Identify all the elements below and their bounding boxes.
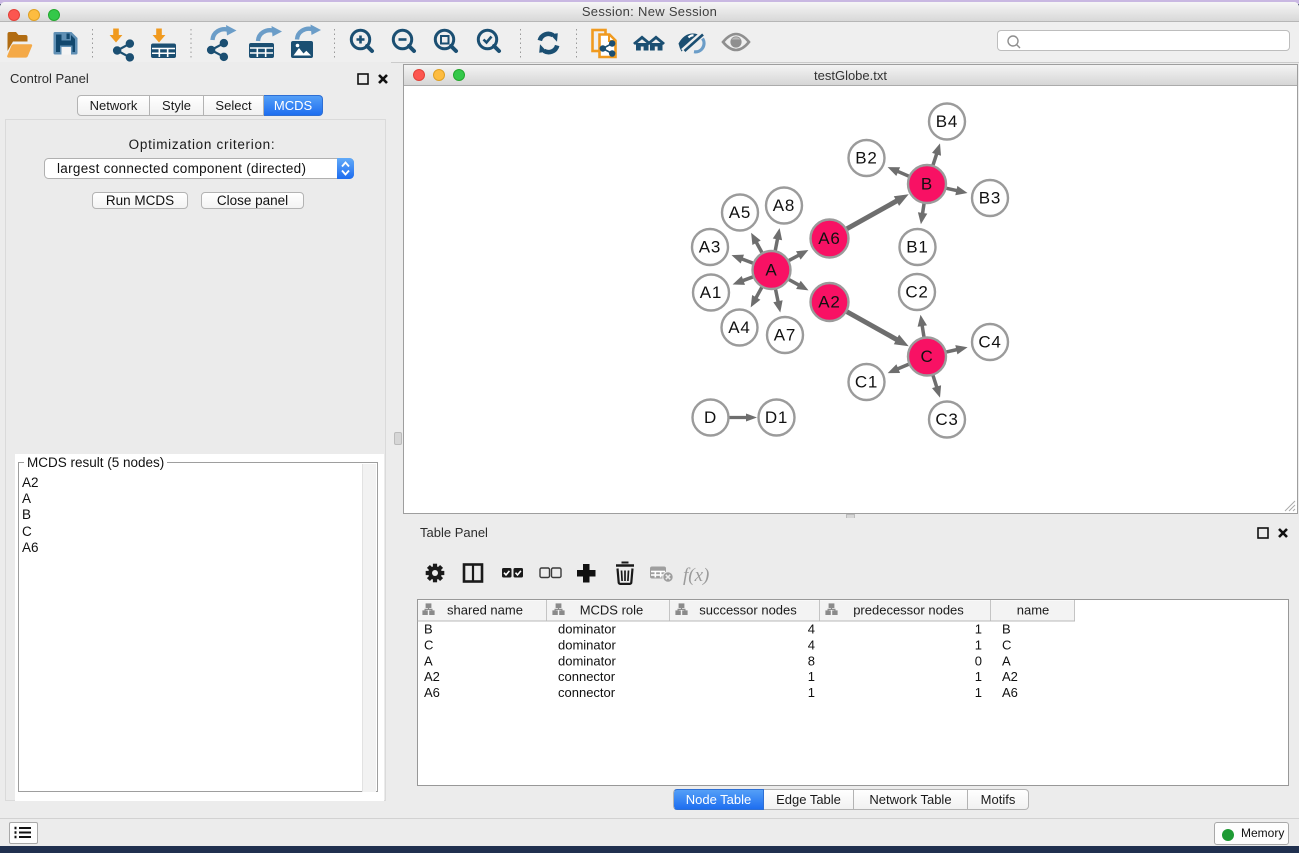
svg-text:connector: connector — [558, 685, 616, 700]
svg-text:C3: C3 — [935, 410, 958, 429]
svg-text:A: A — [765, 261, 777, 280]
svg-text:1: 1 — [975, 637, 982, 652]
svg-text:A: A — [1002, 653, 1011, 668]
svg-text:A6: A6 — [1002, 685, 1018, 700]
svg-text:4: 4 — [808, 637, 815, 652]
svg-text:1: 1 — [975, 622, 982, 637]
svg-text:dominator: dominator — [558, 637, 616, 652]
svg-text:connector: connector — [558, 669, 616, 684]
svg-text:C: C — [920, 347, 933, 366]
svg-text:4: 4 — [808, 622, 815, 637]
svg-text:A6: A6 — [424, 685, 440, 700]
svg-text:dominator: dominator — [558, 622, 616, 637]
svg-text:D1: D1 — [765, 408, 788, 427]
svg-text:A7: A7 — [774, 326, 796, 345]
svg-text:A4: A4 — [728, 318, 750, 337]
svg-text:A5: A5 — [729, 203, 751, 222]
svg-text:1: 1 — [975, 669, 982, 684]
svg-text:8: 8 — [808, 653, 815, 668]
svg-text:B: B — [424, 622, 433, 637]
svg-text:1: 1 — [975, 685, 982, 700]
svg-text:D: D — [704, 408, 717, 427]
svg-text:A2: A2 — [818, 293, 840, 312]
svg-text:A: A — [424, 653, 433, 668]
svg-text:B: B — [1002, 622, 1011, 637]
svg-text:1: 1 — [808, 669, 815, 684]
svg-text:A3: A3 — [699, 238, 721, 257]
svg-text:A8: A8 — [773, 196, 795, 215]
svg-text:C4: C4 — [978, 333, 1001, 352]
svg-text:dominator: dominator — [558, 653, 616, 668]
svg-text:A1: A1 — [700, 283, 722, 302]
svg-text:A2: A2 — [424, 669, 440, 684]
svg-text:C: C — [1002, 637, 1011, 652]
svg-text:0: 0 — [975, 653, 982, 668]
svg-text:C: C — [424, 637, 433, 652]
svg-text:A2: A2 — [1002, 669, 1018, 684]
svg-text:shared name: shared name — [447, 603, 523, 618]
svg-text:C1: C1 — [855, 373, 878, 392]
svg-text:successor nodes: successor nodes — [699, 603, 797, 618]
svg-text:name: name — [1017, 603, 1050, 618]
svg-text:B1: B1 — [906, 238, 928, 257]
svg-text:B3: B3 — [979, 189, 1001, 208]
svg-text:C2: C2 — [905, 283, 928, 302]
svg-text:A6: A6 — [818, 229, 840, 248]
svg-text:MCDS role: MCDS role — [580, 603, 644, 618]
svg-text:predecessor nodes: predecessor nodes — [853, 603, 964, 618]
svg-text:B4: B4 — [936, 112, 958, 131]
svg-text:1: 1 — [808, 685, 815, 700]
svg-text:B: B — [921, 175, 933, 194]
svg-text:f(x): f(x) — [683, 565, 709, 586]
svg-text:B2: B2 — [855, 149, 877, 168]
